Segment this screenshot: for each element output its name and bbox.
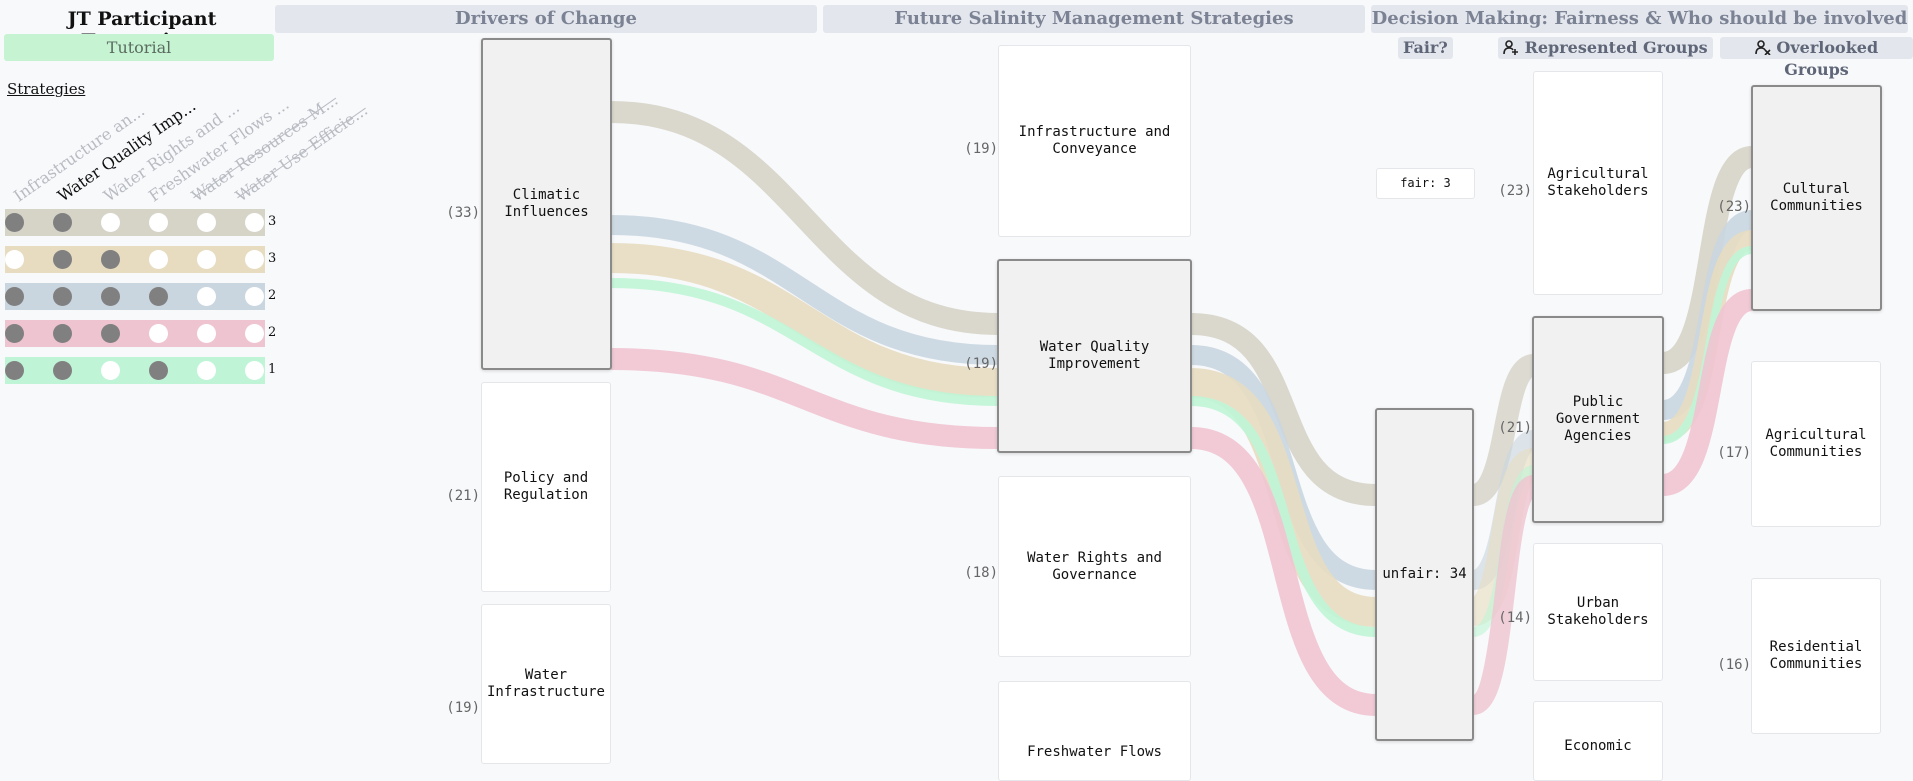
strategy-count: (19) [964, 141, 998, 157]
fair-node[interactable]: fair: 3 [1376, 168, 1475, 199]
represented-count: (23) [1498, 183, 1532, 199]
strategy-count: (18) [964, 565, 998, 581]
driver-count: (19) [446, 700, 480, 716]
overlooked-node-agricultural[interactable]: Agricultural Communities [1751, 361, 1881, 527]
overlooked-node-residential[interactable]: Residential Communities [1751, 578, 1881, 734]
overlooked-node-cultural[interactable]: Cultural Communities [1751, 85, 1882, 311]
strategy-count: (19) [964, 356, 998, 372]
overlooked-count: (23) [1717, 199, 1751, 215]
represented-node-urban[interactable]: Urban Stakeholders [1533, 543, 1663, 681]
represented-count: (21) [1498, 420, 1532, 436]
represented-count: (14) [1498, 610, 1532, 626]
strategy-node-infrastructure[interactable]: Infrastructure and Conveyance [998, 45, 1191, 237]
represented-node-public-govt[interactable]: Public Government Agencies [1532, 316, 1664, 523]
driver-count: (21) [446, 488, 480, 504]
driver-node-climatic[interactable]: Climatic Influences [481, 38, 612, 370]
represented-node-economic[interactable]: Economic [1533, 701, 1663, 781]
strategy-node-water-quality[interactable]: Water Quality Improvement [997, 259, 1192, 453]
driver-node-policy[interactable]: Policy and Regulation [481, 382, 611, 592]
driver-count: (33) [446, 205, 480, 221]
unfair-node[interactable]: unfair: 34 [1375, 408, 1474, 741]
strategy-node-freshwater-flows[interactable]: Freshwater Flows [998, 681, 1191, 781]
driver-node-water-infrastructure[interactable]: Water Infrastructure [481, 604, 611, 764]
strategy-node-water-rights[interactable]: Water Rights and Governance [998, 476, 1191, 657]
overlooked-count: (17) [1717, 445, 1751, 461]
represented-node-agricultural[interactable]: Agricultural Stakeholders [1533, 71, 1663, 295]
overlooked-count: (16) [1717, 657, 1751, 673]
